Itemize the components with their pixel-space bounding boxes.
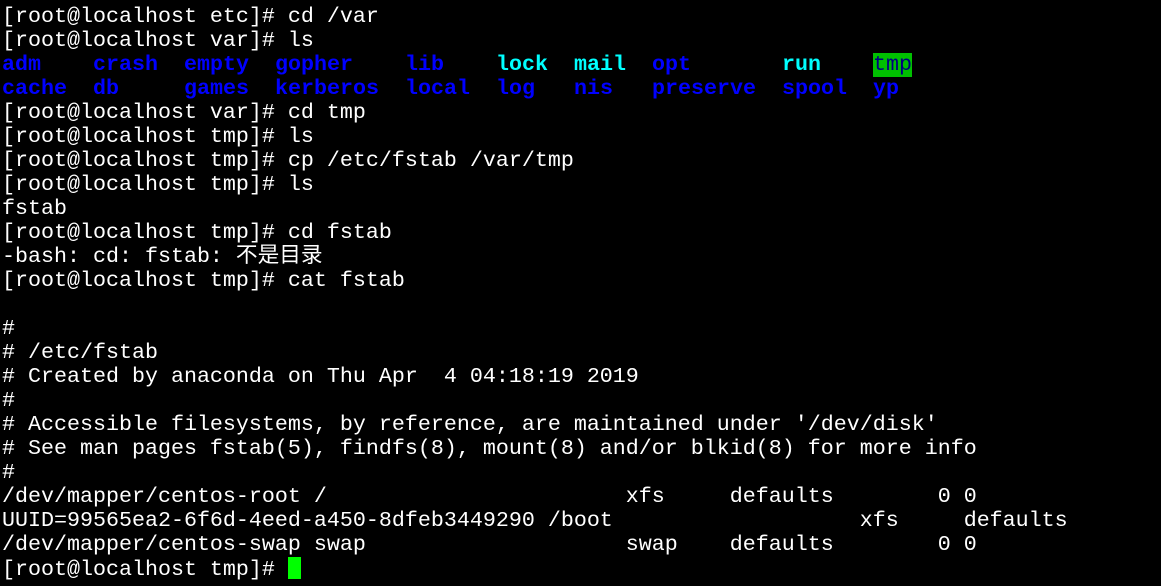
directory-entry: cache bbox=[2, 76, 67, 101]
terminal-line: # bbox=[2, 316, 15, 341]
terminal-line: # /etc/fstab bbox=[2, 340, 158, 365]
terminal-output[interactable]: [root@localhost etc]# cd /var [root@local… bbox=[2, 4, 1068, 582]
directory-entry: kerberos bbox=[275, 76, 379, 101]
terminal-line: [root@localhost tmp]# cp /etc/fstab /var… bbox=[2, 148, 574, 173]
terminal-line: [root@localhost var]# ls bbox=[2, 28, 314, 53]
directory-entry: games bbox=[184, 76, 249, 101]
directory-entry: spool bbox=[782, 76, 847, 101]
prompt: [root@localhost tmp]# bbox=[2, 557, 288, 582]
terminal-line: [root@localhost tmp]# cat fstab bbox=[2, 268, 405, 293]
ls-output-row: cache db games kerberos local log nis preserve s… bbox=[2, 77, 1068, 101]
directory-entry: empty bbox=[184, 52, 249, 77]
directory-entry: crash bbox=[93, 52, 158, 77]
directory-entry: log bbox=[496, 76, 535, 101]
terminal-line: /dev/mapper/centos-root / xfs defaults 0… bbox=[2, 484, 977, 509]
cursor bbox=[287, 557, 301, 579]
terminal-line: -bash: cd: fstab: 不是目录 bbox=[2, 244, 323, 269]
directory-entry: opt bbox=[652, 52, 691, 77]
terminal-line: # bbox=[2, 388, 15, 413]
directory-entry: preserve bbox=[652, 76, 756, 101]
terminal-line: # Accessible filesystems, by reference, … bbox=[2, 412, 938, 437]
terminal-line: # See man pages fstab(5), findfs(8), mou… bbox=[2, 436, 977, 461]
directory-entry: run bbox=[782, 52, 821, 77]
directory-entry: db bbox=[93, 76, 119, 101]
terminal-line: [root@localhost tmp]# ls bbox=[2, 124, 314, 149]
terminal-line: [root@localhost tmp]# ls bbox=[2, 172, 314, 197]
directory-entry: tmp bbox=[873, 52, 912, 77]
terminal-line: /dev/mapper/centos-swap swap swap defaul… bbox=[2, 532, 977, 557]
terminal-line: UUID=99565ea2-6f6d-4eed-a450-8dfeb344929… bbox=[2, 508, 1068, 533]
directory-entry: lock bbox=[496, 52, 548, 77]
terminal-line: fstab bbox=[2, 196, 67, 221]
terminal-line: # Created by anaconda on Thu Apr 4 04:18… bbox=[2, 364, 639, 389]
directory-entry: yp bbox=[873, 76, 899, 101]
terminal-line: [root@localhost tmp]# cd fstab bbox=[2, 220, 392, 245]
directory-entry: nis bbox=[574, 76, 613, 101]
directory-entry: mail bbox=[574, 52, 626, 77]
directory-entry: local bbox=[405, 76, 470, 101]
directory-entry: adm bbox=[2, 52, 41, 77]
directory-entry: gopher bbox=[275, 52, 353, 77]
terminal-line: [root@localhost var]# cd tmp bbox=[2, 100, 366, 125]
directory-entry: lib bbox=[405, 52, 444, 77]
terminal-line: # bbox=[2, 460, 15, 485]
prompt-line[interactable]: [root@localhost tmp]# bbox=[2, 557, 1068, 582]
terminal-line: [root@localhost etc]# cd /var bbox=[2, 4, 379, 29]
ls-output-row: adm crash empty gopher lib lock mail opt run tmp bbox=[2, 53, 1068, 77]
